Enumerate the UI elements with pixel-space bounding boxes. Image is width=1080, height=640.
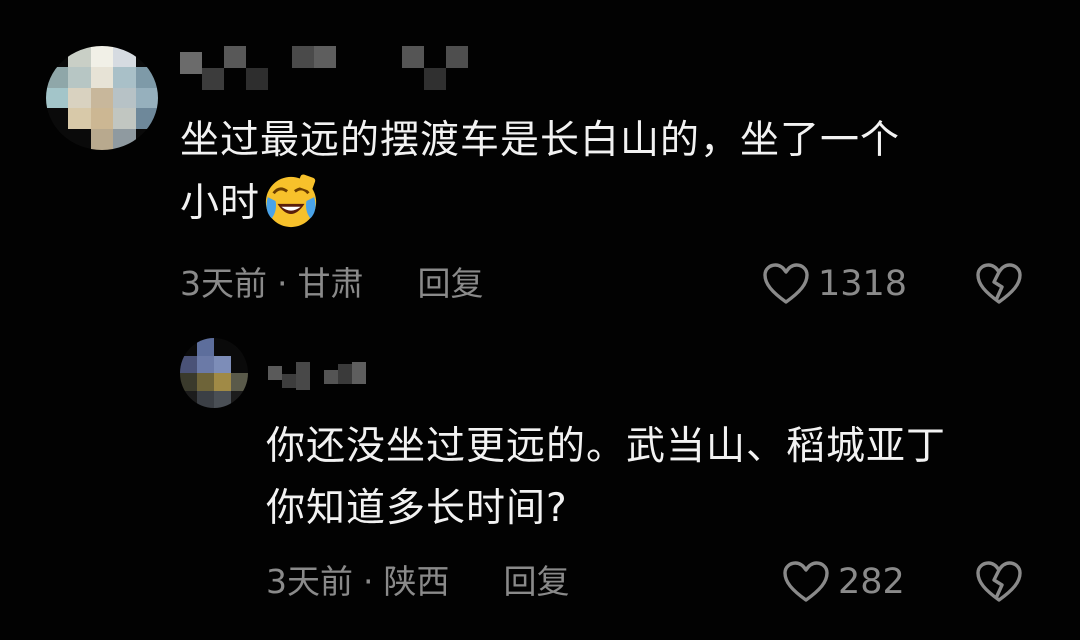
- comment-text-line-2-text: 小时: [180, 181, 261, 226]
- commenter-name-blurred[interactable]: [180, 46, 468, 90]
- comment-text-line-1: 坐过最远的摆渡车是长白山的，坐了一个: [180, 118, 901, 163]
- reply-meta: 3天前 · 陕西 回复: [266, 562, 570, 602]
- heart-outline-icon: [763, 263, 809, 304]
- comment-meta: 3天前 · 甘肃 回复: [180, 264, 484, 304]
- reply-text-line-2: 你知道多长时间?: [266, 486, 568, 531]
- reply-to-reply-button[interactable]: 回复: [504, 562, 570, 602]
- broken-heart-icon[interactable]: [975, 560, 1023, 604]
- reply-location: 陕西: [383, 562, 450, 601]
- comment-body: 坐过最远的摆渡车是长白山的，坐了一个 小时: [180, 110, 1020, 235]
- reply-text-line-1: 你还没坐过更远的。武当山、稻城亚丁: [266, 424, 947, 469]
- heart-outline-icon: [783, 561, 829, 602]
- reply-like-button[interactable]: 282: [782, 560, 905, 604]
- comment-time: 3天前: [180, 264, 267, 303]
- comment-text-line-2: 小时: [180, 172, 1020, 235]
- reply-time: 3天前: [266, 562, 353, 601]
- meta-separator: ·: [277, 264, 288, 303]
- commenter-avatar[interactable]: [46, 46, 158, 150]
- replier-avatar[interactable]: [180, 338, 248, 408]
- replier-name-blurred[interactable]: [268, 360, 366, 390]
- reply-like-count: 282: [838, 562, 905, 602]
- broken-heart-icon[interactable]: [975, 262, 1023, 306]
- reply-body: 你还没坐过更远的。武当山、稻城亚丁 你知道多长时间?: [266, 416, 1046, 540]
- reply-button[interactable]: 回复: [418, 264, 484, 304]
- crying-laughing-emoji-icon: [265, 174, 317, 228]
- comment-location: 甘肃: [297, 264, 364, 303]
- like-count: 1318: [818, 264, 908, 304]
- like-button[interactable]: 1318: [762, 262, 907, 306]
- comment-thread: 坐过最远的摆渡车是长白山的，坐了一个 小时 3天前 · 甘肃 回复 1318 你…: [0, 0, 1080, 640]
- meta-separator: ·: [363, 562, 374, 601]
